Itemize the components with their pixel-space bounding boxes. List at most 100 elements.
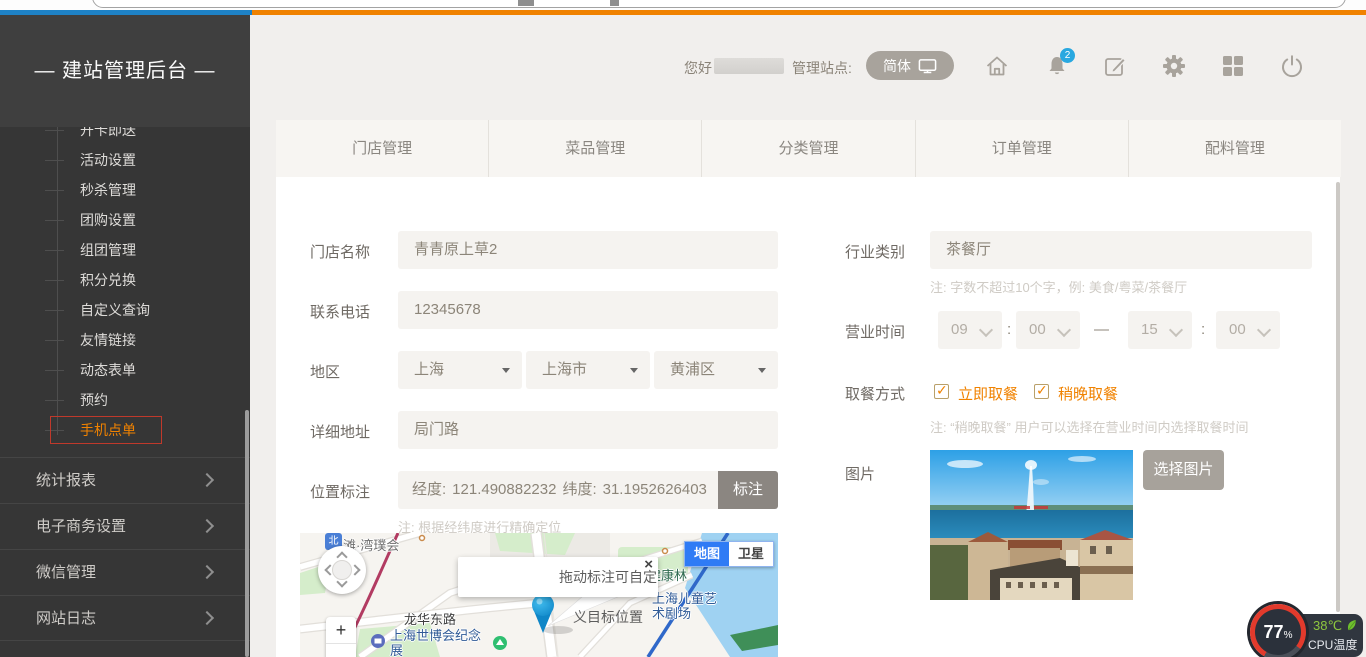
zoom-out-button[interactable]: −: [326, 645, 356, 657]
address-input[interactable]: 局门路: [398, 411, 778, 449]
sidebar-item-jifen[interactable]: 积分兑换: [0, 265, 250, 295]
sidebar-sections: 统计报表 电子商务设置 微信管理 网站日志: [0, 457, 250, 641]
sidebar-item-kaikajisong[interactable]: 开卡即送: [0, 127, 250, 145]
logout-button[interactable]: [1279, 53, 1305, 79]
sidebar-item-youqing[interactable]: 友情链接: [0, 325, 250, 355]
map-label-road: 龙华东路: [404, 609, 456, 628]
province-select[interactable]: 上海: [398, 351, 522, 389]
home-button[interactable]: [984, 53, 1010, 79]
industry-label: 行业类别: [845, 241, 905, 262]
address-bar-text-fragment: [610, 0, 619, 6]
pan-center-knob[interactable]: [332, 560, 352, 580]
section-label: 网站日志: [36, 610, 96, 627]
language-switch-button[interactable]: 简体: [866, 51, 954, 80]
content-scrollbar[interactable]: [1336, 182, 1340, 612]
browser-address-bar[interactable]: [92, 0, 1346, 8]
store-name-input[interactable]: 青青原上草2: [398, 231, 778, 269]
tab-ingredient-manage[interactable]: 配料管理: [1128, 120, 1341, 177]
sidebar-item-zidingyi[interactable]: 自定义查询: [0, 295, 250, 325]
language-label: 简体: [883, 56, 911, 76]
sidebar-item-dongtai[interactable]: 动态表单: [0, 355, 250, 385]
edit-icon: [1102, 53, 1128, 79]
pickup-later-option[interactable]: 稍晚取餐: [1058, 383, 1118, 404]
store-photo-image: [930, 450, 1133, 600]
pickup-label: 取餐方式: [845, 383, 905, 404]
map-zoom-control: + −: [326, 617, 356, 657]
cpu-percent: 77: [1264, 622, 1284, 643]
open-minute-select[interactable]: 00: [1016, 311, 1080, 349]
sidebar-item-shoujidiandan-active[interactable]: 手机点单: [0, 415, 250, 445]
city-select[interactable]: 上海市: [526, 351, 650, 389]
sidebar-item-zutuan[interactable]: 组团管理: [0, 235, 250, 265]
section-label: 电子商务设置: [36, 518, 126, 535]
gear-icon: [1161, 53, 1187, 79]
section-label: 微信管理: [36, 564, 96, 581]
tab-order-manage[interactable]: 订单管理: [915, 120, 1128, 177]
sidebar-section-tongjibaobiao[interactable]: 统计报表: [0, 457, 250, 503]
store-photo: [930, 450, 1133, 600]
manage-site-label: 管理站点:: [792, 58, 852, 78]
pickup-later-checkbox-checked[interactable]: [1034, 384, 1049, 399]
tab-category-manage[interactable]: 分类管理: [701, 120, 914, 177]
form-panel: 门店名称 青青原上草2 联系电话 12345678 地区 上海 上海市 黄浦区 …: [276, 177, 1340, 657]
accent-bar-orange: [252, 10, 1366, 15]
sidebar-item-yuyue[interactable]: 预约: [0, 385, 250, 415]
close-hour-select[interactable]: 15: [1128, 311, 1192, 349]
sidebar-section-weixin[interactable]: 微信管理: [0, 549, 250, 595]
section-label: 统计报表: [36, 472, 96, 489]
mark-location-button[interactable]: 标注: [718, 471, 778, 509]
sidebar-scrollbar[interactable]: [245, 410, 249, 657]
latitude-value: 31.1952626403: [603, 481, 707, 498]
sidebar-item-huodongshezhi[interactable]: 活动设置: [0, 145, 250, 175]
sidebar-item-tuangou[interactable]: 团购设置: [0, 205, 250, 235]
map-pan-control[interactable]: [318, 546, 366, 594]
map-type-toggle: 地图 卫星: [684, 541, 774, 567]
chevron-right-icon: [200, 611, 214, 625]
close-minute-select[interactable]: 00: [1216, 311, 1280, 349]
choose-image-button[interactable]: 选择图片: [1143, 450, 1224, 490]
cpu-percent-unit: %: [1284, 630, 1293, 641]
marker-tooltip-text: 拖动标注可自定义目标位置: [558, 557, 658, 637]
username-redacted: [714, 58, 784, 74]
phone-input[interactable]: 12345678: [398, 291, 778, 329]
settings-button[interactable]: [1161, 53, 1187, 79]
sidebar-section-dianzishangwu[interactable]: 电子商务设置: [0, 503, 250, 549]
address-label: 详细地址: [310, 421, 370, 442]
apps-button[interactable]: [1220, 53, 1246, 79]
sidebar-header: — 建站管理后台 —: [0, 15, 250, 127]
industry-input[interactable]: 茶餐厅: [930, 231, 1312, 269]
district-select[interactable]: 黄浦区: [654, 351, 778, 389]
tab-store-manage[interactable]: 门店管理: [276, 120, 488, 177]
power-icon: [1279, 53, 1305, 79]
hours-colon: :: [1007, 321, 1011, 338]
phone-label: 联系电话: [310, 301, 370, 322]
satellite-view-button[interactable]: 卫星: [729, 542, 773, 566]
coordinates-field[interactable]: 经度:121.490882232纬度:31.1952626403: [398, 471, 718, 509]
map-label-expo: 上海世博会纪念展: [390, 628, 482, 657]
pickup-now-option[interactable]: 立即取餐: [958, 383, 1018, 404]
tab-dish-manage[interactable]: 菜品管理: [488, 120, 701, 177]
close-icon[interactable]: ×: [644, 556, 653, 574]
store-name-label: 门店名称: [310, 241, 370, 262]
location-label: 位置标注: [310, 481, 370, 502]
longitude-label: 经度:: [412, 481, 446, 498]
chevron-right-icon: [200, 565, 214, 579]
pickup-now-checkbox-checked[interactable]: [934, 384, 949, 399]
notifications-button[interactable]: 2: [1044, 53, 1070, 79]
monitor-icon: [918, 58, 937, 74]
notification-badge: 2: [1060, 48, 1075, 63]
grid-icon: [1220, 53, 1246, 79]
open-hour-select[interactable]: 09: [938, 311, 1002, 349]
zoom-in-button[interactable]: +: [326, 617, 356, 644]
sidebar: — 建站管理后台 — 开卡即送 活动设置 秒杀管理 团购设置 组团管理 积分兑换…: [0, 15, 250, 657]
compose-button[interactable]: [1102, 53, 1128, 79]
system-monitor-widget[interactable]: 77 % 38℃ CPU温度: [1250, 604, 1363, 657]
map-view-button[interactable]: 地图: [685, 542, 729, 566]
sidebar-item-miaosha[interactable]: 秒杀管理: [0, 175, 250, 205]
sidebar-section-wangzhanrizhi[interactable]: 网站日志: [0, 595, 250, 641]
chevron-right-icon: [200, 519, 214, 533]
sidebar-submenu: 开卡即送 活动设置 秒杀管理 团购设置 组团管理 积分兑换 自定义查询 友情链接…: [0, 127, 250, 457]
hours-label: 营业时间: [845, 321, 905, 342]
hours-colon: :: [1201, 321, 1205, 338]
map-widget[interactable]: 外滩·湾璞会 龙华东路 上海世博会纪念展 健康林 上海儿童艺术剧场 北 + − …: [300, 533, 778, 657]
